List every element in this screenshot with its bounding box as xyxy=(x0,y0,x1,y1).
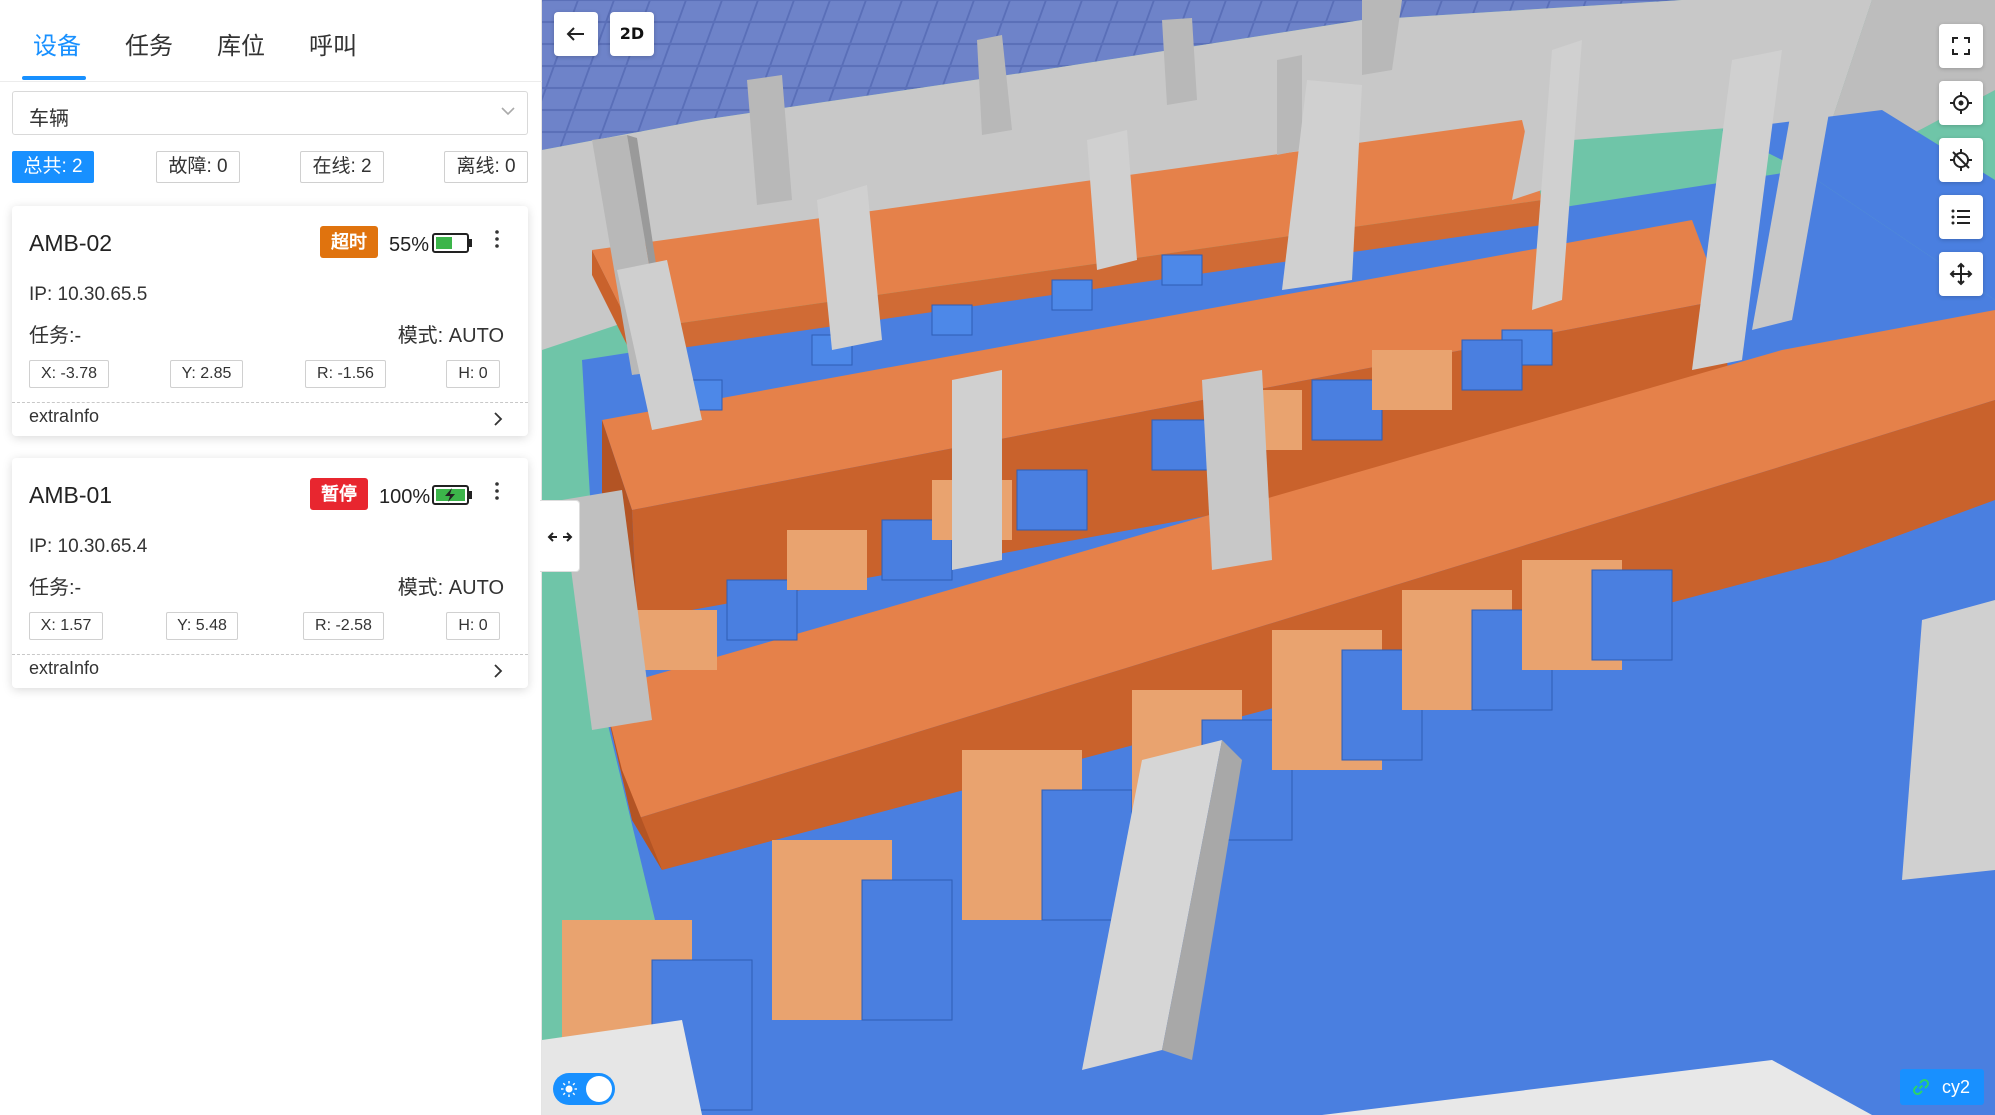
panel-resize-handle[interactable] xyxy=(540,500,580,572)
vehicle-card[interactable]: AMB-01 暂停 100% IP: 10.30.65.4 任务:- 模式: A… xyxy=(12,458,528,688)
tab-tasks[interactable]: 任务 xyxy=(125,26,173,61)
vehicle-name: AMB-01 xyxy=(29,482,113,508)
sun-icon xyxy=(561,1081,577,1097)
link-icon xyxy=(1912,1078,1930,1096)
battery-percent: 55% xyxy=(389,234,430,256)
toggle-knob xyxy=(586,1076,612,1102)
scene-link-tag[interactable]: cy2 xyxy=(1900,1069,1984,1105)
location-off-icon xyxy=(1950,149,1972,171)
no-location-button[interactable] xyxy=(1939,138,1983,182)
scene-tag-label: cy2 xyxy=(1942,1077,1971,1097)
extra-info-link[interactable]: extraInfo xyxy=(29,658,99,679)
battery-icon xyxy=(432,233,472,253)
fullscreen-icon xyxy=(1952,37,1970,55)
map-3d-viewport[interactable]: 2D xyxy=(542,0,1995,1115)
battery-percent: 100% xyxy=(379,486,431,508)
divider xyxy=(12,654,528,655)
back-button[interactable] xyxy=(554,12,598,56)
pan-button[interactable] xyxy=(1939,252,1983,296)
chevron-right-icon[interactable] xyxy=(492,410,504,428)
more-options-icon[interactable] xyxy=(494,228,500,250)
coord-h: H: 0 xyxy=(446,612,500,640)
tab-devices[interactable]: 设备 xyxy=(33,26,81,61)
more-options-icon[interactable] xyxy=(494,480,500,502)
warehouse-3d-scene[interactable] xyxy=(542,0,1995,1115)
arrow-left-icon xyxy=(566,27,584,41)
coord-x: X: -3.78 xyxy=(29,360,109,388)
toggle-2d-button[interactable]: 2D xyxy=(610,12,654,56)
status-badge: 暂停 xyxy=(310,478,368,510)
tab-locations[interactable]: 库位 xyxy=(217,26,265,61)
stat-total[interactable]: 总共: 2 xyxy=(12,151,94,183)
coord-y: Y: 5.48 xyxy=(166,612,238,640)
status-badge: 超时 xyxy=(320,226,378,258)
stat-fault[interactable]: 故障: 0 xyxy=(156,151,240,183)
coord-h: H: 0 xyxy=(446,360,500,388)
vehicle-ip: IP: 10.30.65.4 xyxy=(29,536,148,557)
battery-charging-icon xyxy=(432,485,472,505)
vehicle-ip: IP: 10.30.65.5 xyxy=(29,284,148,305)
extra-info-link[interactable]: extraInfo xyxy=(29,406,99,427)
vehicle-task: 任务:- xyxy=(29,325,82,347)
fullscreen-button[interactable] xyxy=(1939,24,1983,68)
chevron-right-icon[interactable] xyxy=(492,662,504,680)
device-type-value: 车辆 xyxy=(29,108,69,130)
coord-r: R: -2.58 xyxy=(303,612,384,640)
coord-r: R: -1.56 xyxy=(305,360,386,388)
vehicle-card[interactable]: AMB-02 超时 55% IP: 10.30.65.5 任务:- 模式: AU… xyxy=(12,206,528,436)
coord-y: Y: 2.85 xyxy=(170,360,243,388)
locate-button[interactable] xyxy=(1939,81,1983,125)
layer-list-button[interactable] xyxy=(1939,195,1983,239)
divider xyxy=(12,402,528,403)
arrows-horizontal-icon xyxy=(547,532,573,542)
crosshair-icon xyxy=(1950,92,1972,114)
device-type-select[interactable]: 车辆 xyxy=(12,91,528,135)
list-icon xyxy=(1951,209,1970,225)
vehicle-task: 任务:- xyxy=(29,577,82,599)
device-panel: 设备 任务 库位 呼叫 车辆 总共: 2 故障: 0 在线: 2 离线: 0 A… xyxy=(0,0,542,1115)
stat-online[interactable]: 在线: 2 xyxy=(300,151,384,183)
move-icon xyxy=(1949,262,1973,286)
vehicle-mode: 模式: AUTO xyxy=(397,325,504,347)
tab-bar: 设备 任务 库位 呼叫 xyxy=(0,0,542,82)
chevron-down-icon xyxy=(501,107,515,116)
stat-offline[interactable]: 离线: 0 xyxy=(444,151,528,183)
active-tab-indicator xyxy=(22,76,86,80)
theme-toggle[interactable] xyxy=(553,1073,615,1105)
coord-x: X: 1.57 xyxy=(29,612,103,640)
tab-calls[interactable]: 呼叫 xyxy=(309,26,357,61)
vehicle-mode: 模式: AUTO xyxy=(397,577,504,599)
vehicle-name: AMB-02 xyxy=(29,230,113,256)
